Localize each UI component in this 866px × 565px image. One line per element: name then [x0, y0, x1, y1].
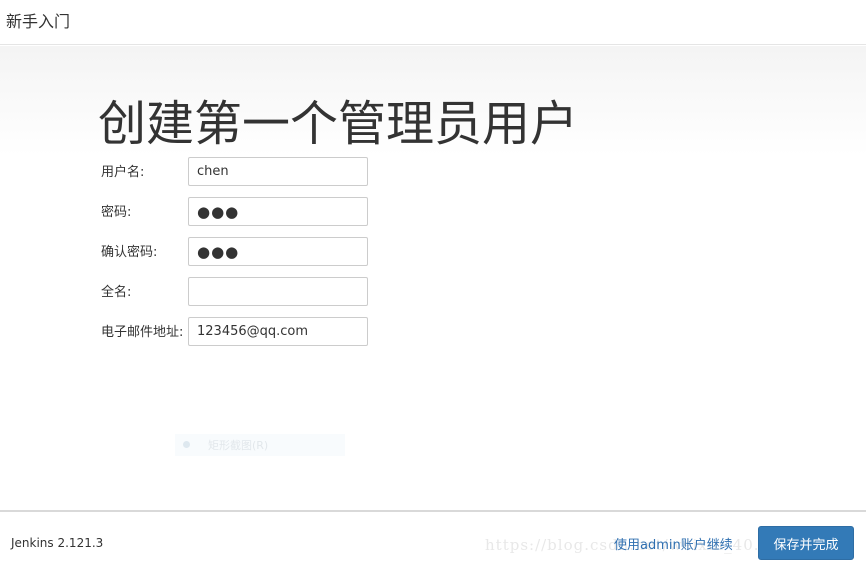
username-label: 用户名:: [101, 165, 145, 180]
confirm-password-label: 确认密码:: [101, 245, 158, 260]
version-label: Jenkins 2.121.3: [11, 536, 104, 550]
password-label: 密码:: [101, 205, 132, 220]
username-input[interactable]: [188, 157, 368, 186]
main-panel: 创建第一个管理员用户 用户名: 密码: 确认密码: 全名: 电子邮件地址: 矩形…: [0, 46, 866, 510]
page-title: 创建第一个管理员用户: [98, 96, 579, 152]
password-input[interactable]: [188, 197, 368, 226]
email-label: 电子邮件地址:: [101, 325, 184, 340]
fullname-input[interactable]: [188, 277, 368, 306]
top-header: 新手入门: [0, 0, 866, 45]
continue-as-admin-link[interactable]: 使用admin账户继续: [614, 534, 733, 553]
footer: Jenkins 2.121.3 https://blog.csdn.net/we…: [0, 510, 866, 565]
confirm-password-input[interactable]: [188, 237, 368, 266]
header-title: 新手入门: [6, 12, 71, 31]
ghost-menu-label: 矩形截图(R): [208, 439, 269, 452]
fullname-label: 全名:: [101, 285, 132, 300]
ghost-menu-item: 矩形截图(R): [175, 434, 345, 456]
save-and-finish-button[interactable]: 保存并完成: [758, 526, 854, 560]
radio-dot-icon: [183, 441, 190, 448]
email-input[interactable]: [188, 317, 368, 346]
